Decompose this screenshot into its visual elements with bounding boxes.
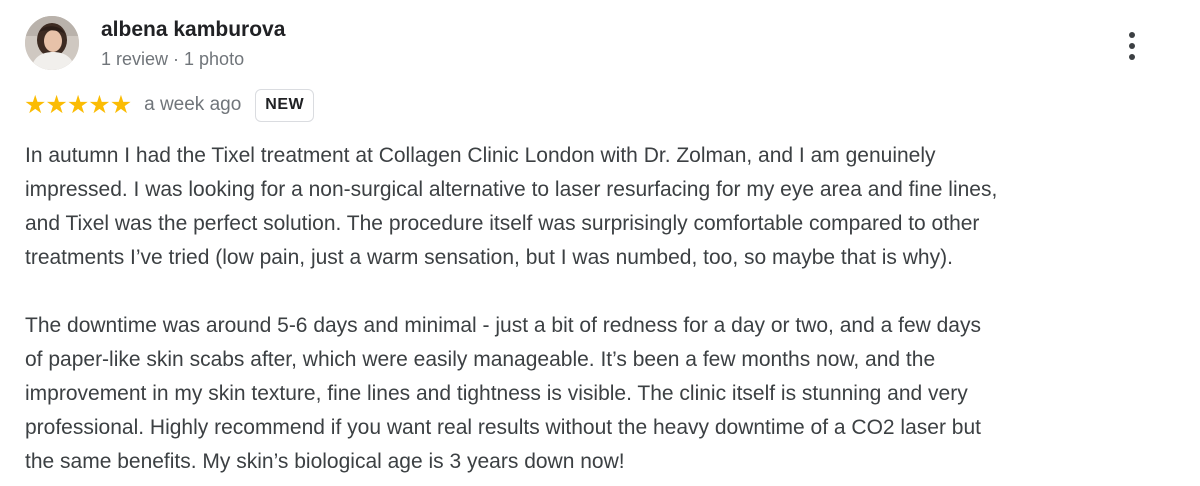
star-icon: ★ — [66, 90, 89, 119]
star-icon: ★ — [109, 90, 132, 119]
avatar[interactable] — [25, 16, 79, 70]
star-icon: ★ — [45, 90, 67, 119]
star-icon: ★ — [88, 90, 110, 119]
review-text: In autumn I had the Tixel treatment at C… — [25, 144, 998, 473]
more-dot — [1129, 54, 1135, 60]
review-card: albena kamburova 1 review · 1 photo ★ ★ ★ ★… — [0, 0, 1200, 486]
more-dot — [1129, 32, 1135, 38]
author-name[interactable]: albena kamburova — [101, 16, 285, 44]
more-vertical-icon[interactable] — [1116, 26, 1148, 66]
review-date: a week ago — [144, 94, 242, 115]
new-badge: NEW — [255, 88, 315, 122]
star-rating: ★ ★ ★ ★ ★ — [24, 90, 132, 119]
more-dot — [1129, 43, 1135, 49]
rating-row: ★ ★ ★ ★ ★ a week ago NEW — [24, 88, 315, 122]
author-meta: 1 review · 1 photo — [101, 49, 245, 69]
star-icon: ★ — [24, 90, 46, 119]
